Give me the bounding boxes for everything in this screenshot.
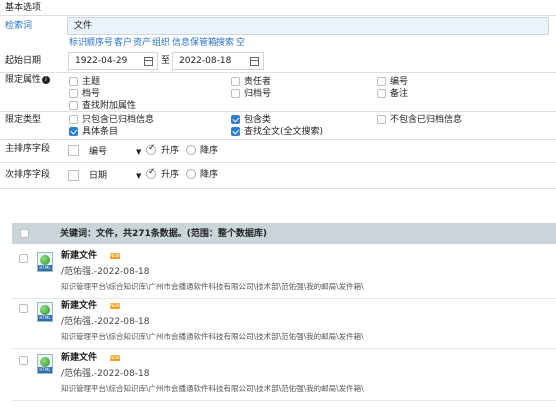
results-header: 关键词：文件，共271条数据。(范围：整个数据库) xyxy=(12,223,556,244)
result-meta: /范佑强.-2022-08-18 xyxy=(61,369,150,379)
sort2-asc-label: 升序 xyxy=(161,170,180,180)
date-sep: 至 xyxy=(161,56,171,66)
file-icon-text: HTML xyxy=(38,265,52,271)
file-icon-text: HTML xyxy=(38,367,52,373)
quick-link[interactable]: 资产 xyxy=(133,37,151,49)
result-row[interactable]: HTML 新建文件 NEW/范佑强.-2022-08-18 知识管理平台\综合知识库\… xyxy=(0,350,556,402)
section-title: 基本选项 xyxy=(5,3,42,13)
result-path: 知识管理平台\综合知识库\广州市会播通软件科技有限公司\技术部\范佑强\我的邮局… xyxy=(61,332,364,341)
results-summary: 关键词：文件，共271条数据。(范围：整个数据库) xyxy=(60,229,268,239)
result-meta: /范佑强.-2022-08-18 xyxy=(61,267,150,277)
type-checkbox[interactable] xyxy=(69,127,78,136)
type-option-label: 具体条目 xyxy=(82,127,119,137)
sort1-field[interactable]: 编号 xyxy=(89,146,107,158)
row-checkbox[interactable] xyxy=(19,304,28,313)
date-from-value: 1922-04-29 xyxy=(75,56,128,66)
row-checkbox[interactable] xyxy=(19,356,28,365)
quick-link[interactable]: 搜索 xyxy=(216,37,234,49)
attr-option-label: 责任者 xyxy=(244,77,272,87)
type-checkbox[interactable] xyxy=(69,115,78,124)
html-file-icon: HTML xyxy=(37,252,53,272)
attr-option-label: 编号 xyxy=(390,77,409,87)
attr-option-label: 备注 xyxy=(390,89,409,99)
info-icon[interactable]: i xyxy=(42,76,50,84)
sort2-field[interactable]: 日期 xyxy=(89,170,107,182)
type-label: 限定类型 xyxy=(5,115,42,125)
quick-link[interactable]: 信息保管箱 xyxy=(172,37,217,49)
attr-label: 限定属性 xyxy=(5,75,42,85)
keyword-value: 文件 xyxy=(74,21,93,31)
result-path: 知识管理平台\综合知识库\广州市会播通软件科技有限公司\技术部\范佑强\我的邮局… xyxy=(61,384,364,393)
attr-checkbox[interactable] xyxy=(377,77,386,86)
html-file-icon: HTML xyxy=(37,302,53,322)
new-badge: NEW xyxy=(110,355,120,361)
sort1-asc-radio[interactable]: ✓ xyxy=(146,143,156,155)
sort1-desc-radio[interactable] xyxy=(186,145,196,155)
type-checkbox[interactable] xyxy=(231,127,240,136)
attr-option-label: 主题 xyxy=(82,77,101,87)
quick-link[interactable]: 客户 xyxy=(114,37,132,49)
result-path: 知识管理平台\综合知识库\广州市会播通软件科技有限公司\技术部\范佑强\我的邮局… xyxy=(61,282,364,291)
type-checkbox[interactable] xyxy=(377,115,386,124)
attr-option-label: 档号 xyxy=(82,89,101,99)
attr-checkbox[interactable] xyxy=(231,77,240,86)
row-checkbox[interactable] xyxy=(19,254,28,263)
attr-checkbox[interactable] xyxy=(69,101,78,110)
select-all-checkbox[interactable] xyxy=(20,229,29,238)
quick-link[interactable]: 组织 xyxy=(152,37,170,49)
attr-option-label: 归档号 xyxy=(244,89,272,99)
sort2-checkbox[interactable] xyxy=(68,170,79,181)
sort2-label: 次排序字段 xyxy=(5,170,51,180)
quick-link[interactable]: 标识 xyxy=(69,37,87,49)
type-option-label: 包含类 xyxy=(244,115,272,125)
sort1-asc-label: 升序 xyxy=(161,146,180,156)
attr-checkbox[interactable] xyxy=(69,77,78,86)
sort2-asc-radio[interactable]: ✓ xyxy=(146,167,156,179)
new-badge: NEW xyxy=(110,253,120,259)
keyword-label[interactable]: 检索词 xyxy=(5,20,32,32)
sort2-desc-label: 降序 xyxy=(200,170,219,180)
attr-checkbox[interactable] xyxy=(377,89,386,98)
result-title[interactable]: 新建文件 xyxy=(61,300,97,312)
type-option-label: 只包含已归档信息 xyxy=(82,115,155,125)
keyword-input[interactable]: 文件 xyxy=(67,17,549,35)
chevron-down-icon[interactable]: ▼ xyxy=(136,170,141,182)
type-option-label: 不包含已归档信息 xyxy=(390,115,463,125)
date-to-value: 2022-08-18 xyxy=(179,56,232,66)
new-badge: NEW xyxy=(110,303,120,309)
type-checkbox[interactable] xyxy=(231,115,240,124)
sort1-desc-label: 降序 xyxy=(200,146,219,156)
result-row[interactable]: HTML 新建文件 NEW/范佑强.-2022-08-18 知识管理平台\综合知识库\… xyxy=(0,248,556,300)
date-label: 起始日期 xyxy=(5,56,42,66)
file-icon-text: HTML xyxy=(38,315,52,321)
sort1-checkbox[interactable] xyxy=(68,145,79,156)
quick-link[interactable]: 空 xyxy=(236,37,245,49)
result-title[interactable]: 新建文件 xyxy=(61,352,97,364)
attr-checkbox[interactable] xyxy=(69,89,78,98)
result-meta: /范佑强.-2022-08-18 xyxy=(61,317,150,327)
calendar-icon[interactable] xyxy=(144,57,153,66)
chevron-down-icon[interactable]: ▼ xyxy=(136,146,141,158)
type-option-label: 查找全文(全文搜索) xyxy=(244,127,324,137)
calendar-icon[interactable] xyxy=(250,57,259,66)
html-file-icon: HTML xyxy=(37,354,53,374)
date-to-input[interactable]: 2022-08-18 xyxy=(172,52,264,70)
date-from-input[interactable]: 1922-04-29 xyxy=(68,52,158,70)
sort1-label: 主排序字段 xyxy=(5,144,51,154)
attr-checkbox[interactable] xyxy=(231,89,240,98)
result-row[interactable]: HTML 新建文件 NEW/范佑强.-2022-08-18 知识管理平台\综合知识库\… xyxy=(0,298,556,350)
sort2-desc-radio[interactable] xyxy=(186,169,196,179)
result-title[interactable]: 新建文件 xyxy=(61,250,97,262)
quick-link[interactable]: 顺序号 xyxy=(86,37,113,49)
